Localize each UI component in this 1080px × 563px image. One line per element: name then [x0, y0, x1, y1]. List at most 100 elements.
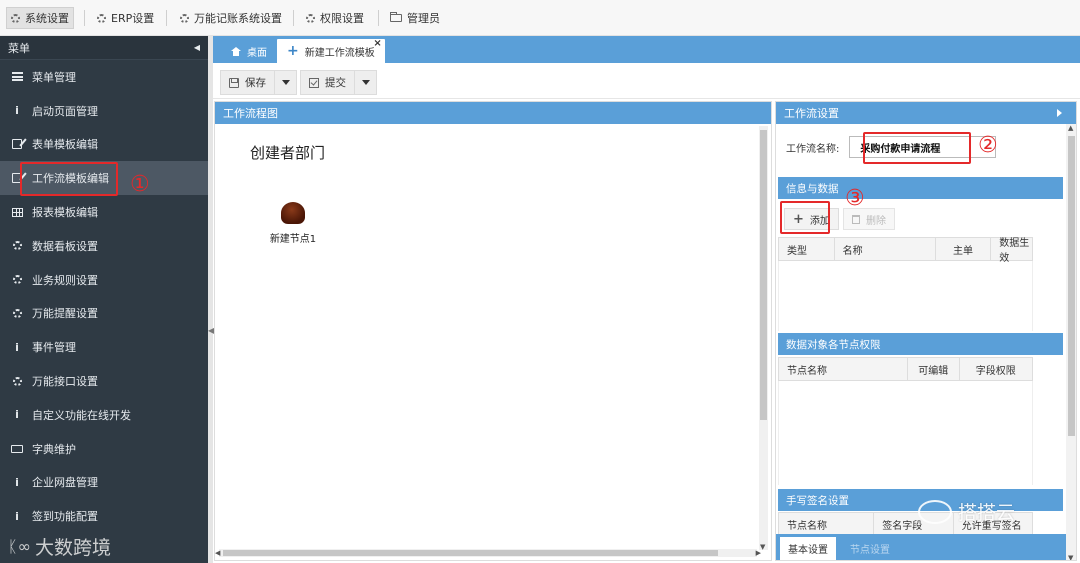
canvas-vertical-scrollbar[interactable]: ▼ — [759, 126, 768, 551]
save-button[interactable]: 保存 — [221, 71, 274, 94]
chevron-down-icon — [281, 80, 290, 85]
tab-node-settings[interactable]: 节点设置 — [842, 537, 898, 560]
column-header[interactable]: 数据生效 — [991, 238, 1032, 264]
column-header[interactable]: 可编辑 — [908, 358, 960, 380]
gear-icon — [10, 308, 24, 318]
scroll-down-icon[interactable]: ▼ — [1068, 554, 1073, 560]
tab-new-workflow-template[interactable]: + 新建工作流模板 × — [277, 38, 385, 63]
sidebar-item-dashboard-settings[interactable]: 数据看板设置 — [0, 229, 208, 263]
column-header[interactable]: 节点名称 — [779, 513, 875, 535]
department-lane-title: 创建者部门 — [250, 144, 326, 162]
sidebar-item-label: 数据看板设置 — [32, 239, 98, 253]
annotation-marker-1: ① — [130, 172, 150, 197]
column-header[interactable]: 字段权限 — [960, 358, 1032, 380]
close-icon[interactable]: × — [373, 38, 381, 49]
watermark-text: 搭搭云 — [958, 502, 1016, 524]
watermark-brand: 搭搭云 — [918, 498, 1015, 525]
keyboard-icon — [10, 444, 24, 453]
column-header[interactable]: 节点名称 — [779, 358, 909, 380]
sidebar-item-interface-settings[interactable]: 万能接口设置 — [0, 364, 208, 398]
divider — [84, 10, 85, 26]
scrollbar-thumb[interactable] — [760, 130, 767, 420]
gear-icon — [10, 376, 24, 386]
highlight-box-add — [780, 201, 830, 234]
sidebar-item-event-management[interactable]: i 事件管理 — [0, 330, 208, 364]
scroll-up-icon[interactable]: ▲ — [1068, 124, 1073, 132]
delete-button[interactable]: 删除 — [843, 208, 895, 230]
column-header[interactable]: 类型 — [779, 238, 835, 260]
canvas-horizontal-scrollbar[interactable]: ◀ ▶ — [215, 549, 761, 557]
plus-icon: + — [287, 43, 299, 59]
sidebar-item-reminder-settings[interactable]: 万能提醒设置 — [0, 297, 208, 331]
sidebar: 菜单 ◀ 菜单管理 i 启动页面管理 表单模板编辑 工作流模板编辑 报表模板编辑… — [0, 36, 208, 563]
chat-bubble-icon — [918, 499, 952, 524]
column-header[interactable]: 名称 — [835, 238, 936, 260]
sidebar-item-form-template[interactable]: 表单模板编辑 — [0, 128, 208, 162]
tab-bar: 桌面 + 新建工作流模板 × — [213, 36, 1080, 63]
sidebar-item-label: 业务规则设置 — [32, 273, 98, 287]
sidebar-item-business-rules[interactable]: 业务规则设置 — [0, 263, 208, 297]
sidebar-item-label: 菜单管理 — [32, 70, 76, 84]
scroll-right-icon[interactable]: ▶ — [756, 549, 761, 557]
gear-icon — [11, 13, 20, 23]
info-icon: i — [15, 475, 19, 489]
topmenu-label: ERP设置 — [111, 12, 155, 25]
settings-vertical-scrollbar[interactable]: ▲ ▼ — [1066, 124, 1076, 560]
save-dropdown-toggle[interactable] — [274, 71, 296, 94]
topmenu-accounting-settings[interactable]: 万能记账系统设置 — [176, 7, 286, 29]
toolbar: 保存 提交 — [213, 63, 1080, 99]
sidebar-item-cloud-disk[interactable]: i 企业网盘管理 — [0, 466, 208, 500]
sidebar-item-label: 报表模板编辑 — [32, 206, 98, 220]
sidebar-item-startup-page[interactable]: i 启动页面管理 — [0, 94, 208, 128]
top-menu-bar: 系统设置 ERP设置 万能记账系统设置 权限设置 管理员 — [0, 0, 1080, 36]
check-icon — [309, 77, 319, 88]
topmenu-permission-settings[interactable]: 权限设置 — [302, 7, 368, 29]
scrollbar-thumb[interactable] — [1068, 136, 1075, 436]
collapse-left-icon[interactable]: ◀ — [194, 43, 200, 52]
workflow-name-label: 工作流名称: — [786, 143, 840, 155]
info-data-table-header: 类型 名称 主单 数据生效 — [778, 237, 1033, 264]
topmenu-admin[interactable]: 管理员 — [386, 7, 444, 29]
sidebar-item-custom-development[interactable]: i 自定义功能在线开发 — [0, 398, 208, 432]
watermark-text: 大数跨境 — [34, 537, 111, 559]
column-header[interactable]: 主单 — [936, 238, 992, 260]
canvas-title: 工作流程图 — [223, 107, 278, 120]
sidebar-item-menu-management[interactable]: 菜单管理 — [0, 60, 208, 94]
sidebar-collapse-handle[interactable]: ◀ — [208, 36, 214, 563]
watermark-logo: ᛕ∞ 大数跨境 — [8, 533, 111, 560]
sidebar-header: 菜单 ◀ — [0, 36, 208, 60]
annotation-marker-3: ③ — [845, 186, 865, 211]
highlight-box-workflow-name — [863, 132, 971, 164]
scroll-left-icon[interactable]: ◀ — [215, 549, 220, 557]
topmenu-erp-settings[interactable]: ERP设置 — [93, 7, 158, 29]
delete-label: 删除 — [866, 215, 886, 227]
topmenu-label: 权限设置 — [320, 12, 364, 25]
signature-title: 手写签名设置 — [786, 494, 849, 507]
gear-icon — [10, 241, 24, 251]
permissions-title: 数据对象各节点权限 — [786, 338, 881, 351]
tab-desktop[interactable]: 桌面 — [221, 39, 277, 63]
expand-right-icon[interactable] — [1057, 109, 1062, 117]
home-icon — [231, 46, 241, 56]
topmenu-system-settings[interactable]: 系统设置 — [6, 7, 74, 29]
submit-button[interactable]: 提交 — [301, 71, 354, 94]
sidebar-item-checkin-config[interactable]: i 签到功能配置 — [0, 499, 208, 533]
save-icon — [229, 77, 239, 88]
submit-dropdown-toggle[interactable] — [354, 71, 376, 94]
workflow-canvas-panel: 工作流程图 创建者部门 新建节点1 ▼ ◀ ▶ — [214, 101, 772, 561]
annotation-marker-2: ② — [978, 133, 998, 158]
sidebar-menu: 菜单管理 i 启动页面管理 表单模板编辑 工作流模板编辑 报表模板编辑 数据看板… — [0, 60, 208, 533]
tab-label: 新建工作流模板 — [304, 47, 375, 59]
scrollbar-thumb[interactable] — [223, 550, 718, 556]
info-icon: i — [15, 509, 19, 523]
sidebar-item-report-template[interactable]: 报表模板编辑 — [0, 195, 208, 229]
sidebar-item-label: 万能接口设置 — [32, 375, 98, 389]
sidebar-item-dictionary[interactable]: 字典维护 — [0, 432, 208, 466]
tab-basic-settings[interactable]: 基本设置 — [780, 537, 836, 560]
sidebar-item-label: 表单模板编辑 — [32, 138, 98, 152]
submit-button-group: 提交 — [300, 70, 377, 95]
workflow-node[interactable]: 新建节点1 — [263, 202, 323, 245]
info-data-header: 信息与数据 — [778, 177, 1063, 199]
topmenu-label: 管理员 — [407, 12, 440, 25]
sidebar-item-label: 字典维护 — [32, 442, 76, 456]
